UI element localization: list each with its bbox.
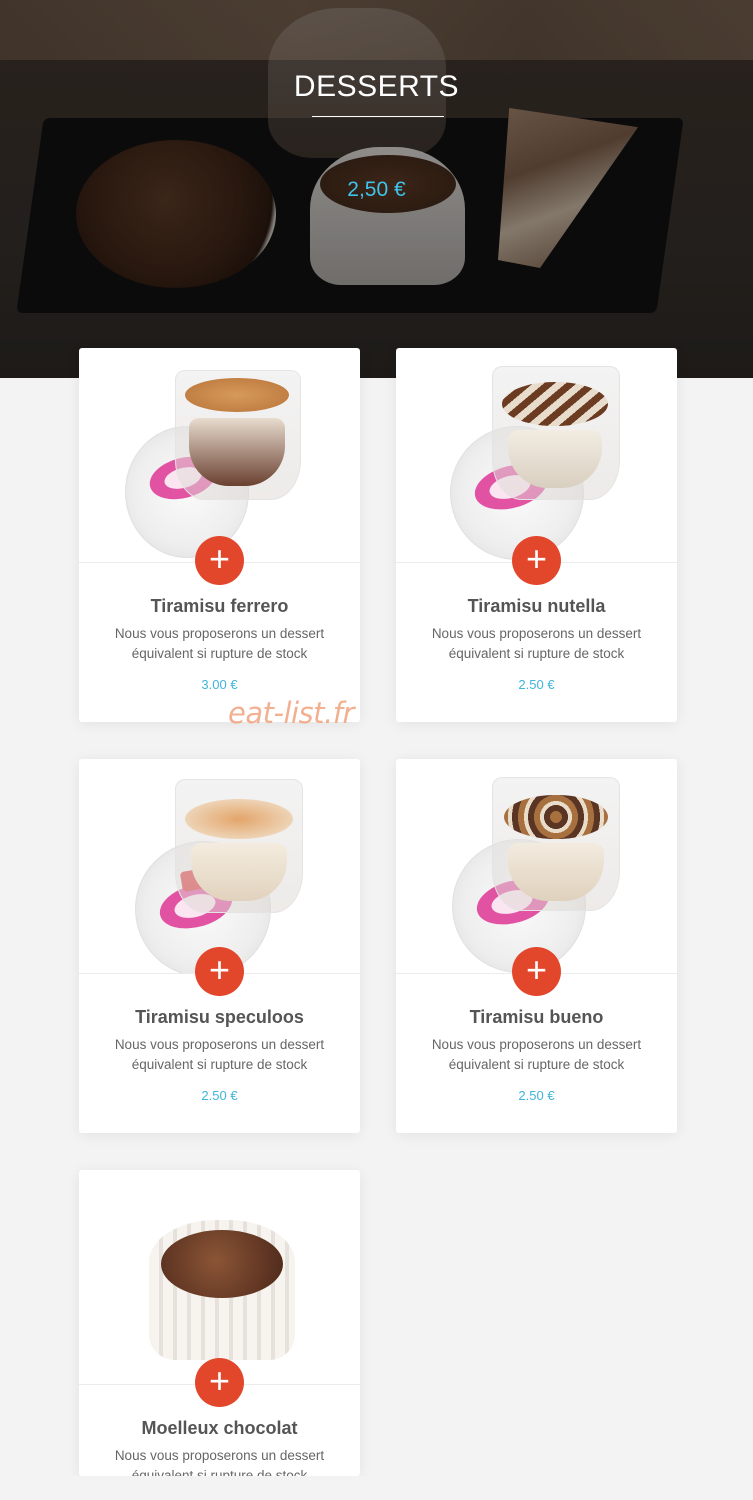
product-name: Tiramisu speculoos [135, 1007, 304, 1027]
product-name: Tiramisu bueno [469, 1007, 604, 1027]
product-description: Nous vous proposerons un dessert équival… [431, 1037, 642, 1072]
add-to-cart-button[interactable]: + [512, 947, 561, 996]
product-price: 3.00 € [201, 677, 238, 692]
product-card-tiramisu-speculoos[interactable]: + Tiramisu speculoos Nous vous proposero… [79, 759, 360, 1133]
product-price: 2.50 € [518, 677, 555, 692]
plus-icon: + [208, 538, 231, 579]
product-name: Moelleux chocolat [141, 1418, 298, 1438]
product-image [396, 759, 677, 973]
product-image [79, 759, 360, 973]
page-title: DESSERTS [293, 70, 460, 103]
plus-icon: + [208, 1360, 231, 1401]
product-card-tiramisu-bueno[interactable]: + Tiramisu bueno Nous vous proposerons u… [396, 759, 677, 1133]
plus-icon: + [208, 949, 231, 990]
hero-banner: DESSERTS 2,50 € [0, 0, 753, 378]
title-divider [312, 116, 444, 117]
product-price: 2.50 € [518, 1088, 555, 1103]
product-description: Nous vous proposerons un dessert équival… [114, 1037, 325, 1072]
plus-icon: + [525, 538, 548, 579]
plus-icon: + [525, 949, 548, 990]
product-price: 2.50 € [201, 1088, 238, 1103]
product-image [79, 1170, 360, 1384]
product-card-tiramisu-nutella[interactable]: + Tiramisu nutella Nous vous proposerons… [396, 348, 677, 722]
product-description: Nous vous proposerons un dessert équival… [431, 626, 642, 661]
product-image [79, 348, 360, 562]
add-to-cart-button[interactable]: + [512, 536, 561, 585]
product-description: Nous vous proposerons un dessert équival… [114, 626, 325, 661]
watermark: eat-list.fr [228, 696, 354, 730]
add-to-cart-button[interactable]: + [195, 947, 244, 996]
product-card-tiramisu-ferrero[interactable]: + Tiramisu ferrero Nous vous proposerons… [79, 348, 360, 722]
product-image [396, 348, 677, 562]
page-bottom-background [0, 1476, 753, 1500]
product-card-moelleux-chocolat[interactable]: + Moelleux chocolat Nous vous proposeron… [79, 1170, 360, 1483]
product-name: Tiramisu nutella [467, 596, 606, 616]
add-to-cart-button[interactable]: + [195, 536, 244, 585]
hero-price: 2,50 € [347, 178, 406, 201]
add-to-cart-button[interactable]: + [195, 1358, 244, 1407]
product-name: Tiramisu ferrero [150, 596, 289, 616]
